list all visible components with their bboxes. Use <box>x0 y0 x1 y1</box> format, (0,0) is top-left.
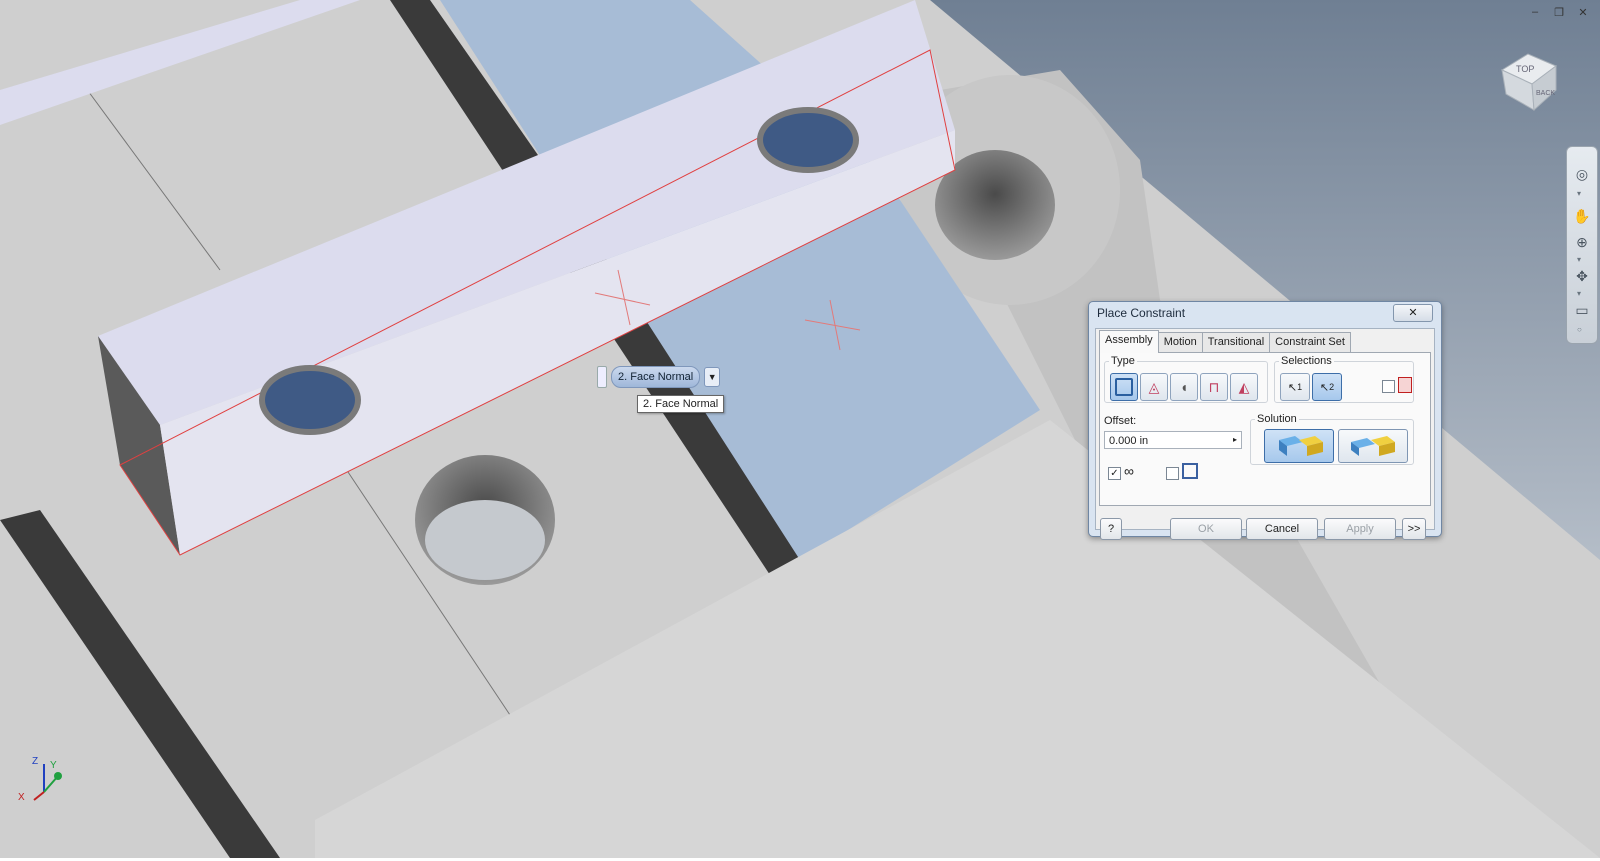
symmetry-icon: ◭ <box>1238 378 1250 395</box>
cursor-icon: ↖ <box>1319 381 1330 394</box>
axis-x-label: X <box>18 792 25 803</box>
window-controls: – ❐ ✕ <box>1528 6 1590 19</box>
predict-offset-icon <box>1182 463 1198 479</box>
tangent-icon: ◖ <box>1179 379 1189 395</box>
tab-bar: Assembly Motion Transitional Constraint … <box>1099 330 1351 353</box>
pick-part-first-checkbox[interactable] <box>1382 380 1395 393</box>
apply-button[interactable]: Apply <box>1324 518 1396 540</box>
tab-assembly[interactable]: Assembly <box>1099 330 1159 353</box>
mate-icon <box>1115 378 1133 396</box>
glasses-icon: ∞ <box>1124 463 1134 479</box>
tooltip: 2. Face Normal <box>637 395 725 413</box>
bar-hole-left[interactable] <box>259 365 361 435</box>
steering-wheel-icon[interactable]: ◎ <box>1571 163 1593 185</box>
mini-toolbar: 2. Face Normal ▼ <box>597 366 721 388</box>
axis-triad: Z Y X <box>18 752 72 803</box>
zoom-icon[interactable]: ⊕ <box>1571 231 1593 253</box>
insert-icon: ⊓ <box>1208 378 1220 395</box>
ok-button[interactable]: OK <box>1170 518 1242 540</box>
more-button[interactable]: >> <box>1402 518 1426 540</box>
offset-arrow-icon[interactable]: ▸ <box>1229 432 1241 448</box>
symmetry-type-button[interactable]: ◭ <box>1230 373 1258 401</box>
toolbar-grip[interactable] <box>597 366 607 388</box>
viewcube-back-label[interactable]: BACK <box>1536 90 1555 97</box>
tab-constraint-set[interactable]: Constraint Set <box>1269 332 1351 352</box>
viewcube[interactable]: TOP BACK <box>1498 48 1562 112</box>
mate-type-button[interactable] <box>1110 373 1138 401</box>
mate-solution-icon <box>1279 436 1323 456</box>
angle-icon: ◬ <box>1148 378 1160 395</box>
tab-motion[interactable]: Motion <box>1157 332 1203 352</box>
solution-legend: Solution <box>1257 413 1297 425</box>
offset-field[interactable]: 0.000 in ▸ <box>1104 431 1242 449</box>
navigation-bar: ◎ ▾ ✋ ⊕ ▾ ✥ ▾ ▭ ○ <box>1566 146 1598 344</box>
predict-offset-checkbox[interactable] <box>1166 467 1179 480</box>
axis-z-label: Z <box>32 756 39 767</box>
angle-type-button[interactable]: ◬ <box>1140 373 1168 401</box>
look-at-icon[interactable]: ▭ <box>1571 299 1593 321</box>
viewcube-top-label[interactable]: TOP <box>1516 64 1534 74</box>
help-button[interactable]: ? <box>1100 518 1122 540</box>
flush-solution-icon <box>1351 436 1395 456</box>
type-legend: Type <box>1111 355 1135 367</box>
solution-dropdown-icon[interactable]: ▼ <box>704 367 721 387</box>
solution-pill[interactable]: 2. Face Normal <box>611 366 701 388</box>
minimize-icon[interactable]: – <box>1528 6 1542 19</box>
cancel-button[interactable]: Cancel <box>1246 518 1318 540</box>
assembly-panel: Type ◬ ◖ ⊓ ◭ Selections ↖ 1 ↖ 2 Offset: … <box>1099 352 1431 506</box>
place-constraint-dialog: Place Constraint ✕ Assembly Motion Trans… <box>1088 301 1442 540</box>
axis-y-label: Y <box>50 760 57 771</box>
flush-solution-button[interactable] <box>1338 429 1408 463</box>
cad-viewport[interactable]: – ❐ ✕ TOP BACK ◎ ▾ ✋ ⊕ ▾ ✥ ▾ ▭ ○ Z Y X 2… <box>0 0 1600 858</box>
restore-icon[interactable]: ❐ <box>1552 6 1566 19</box>
pan-icon[interactable]: ✋ <box>1571 205 1593 227</box>
dialog-title: Place Constraint <box>1097 306 1186 320</box>
cursor-icon: ↖ <box>1287 381 1298 394</box>
orbit-icon[interactable]: ✥ <box>1571 265 1593 287</box>
selections-legend: Selections <box>1281 355 1332 367</box>
selection-2-label: 2 <box>1329 382 1335 392</box>
selection-1-button[interactable]: ↖ 1 <box>1280 373 1310 401</box>
tab-transitional[interactable]: Transitional <box>1201 332 1271 352</box>
offset-value: 0.000 in <box>1109 435 1149 447</box>
bar-hole-right[interactable] <box>757 107 859 173</box>
pick-part-icon <box>1398 377 1412 393</box>
selection-2-button[interactable]: ↖ 2 <box>1312 373 1342 401</box>
mate-solution-button[interactable] <box>1264 429 1334 463</box>
insert-type-button[interactable]: ⊓ <box>1200 373 1228 401</box>
selection-1-label: 1 <box>1297 382 1303 392</box>
dialog-close-button[interactable]: ✕ <box>1393 304 1433 322</box>
tangent-type-button[interactable]: ◖ <box>1170 373 1198 401</box>
offset-label: Offset: <box>1104 415 1137 427</box>
dialog-body: Assembly Motion Transitional Constraint … <box>1095 328 1435 540</box>
show-preview-checkbox[interactable]: ✓ <box>1108 467 1121 480</box>
close-icon[interactable]: ✕ <box>1576 6 1590 19</box>
